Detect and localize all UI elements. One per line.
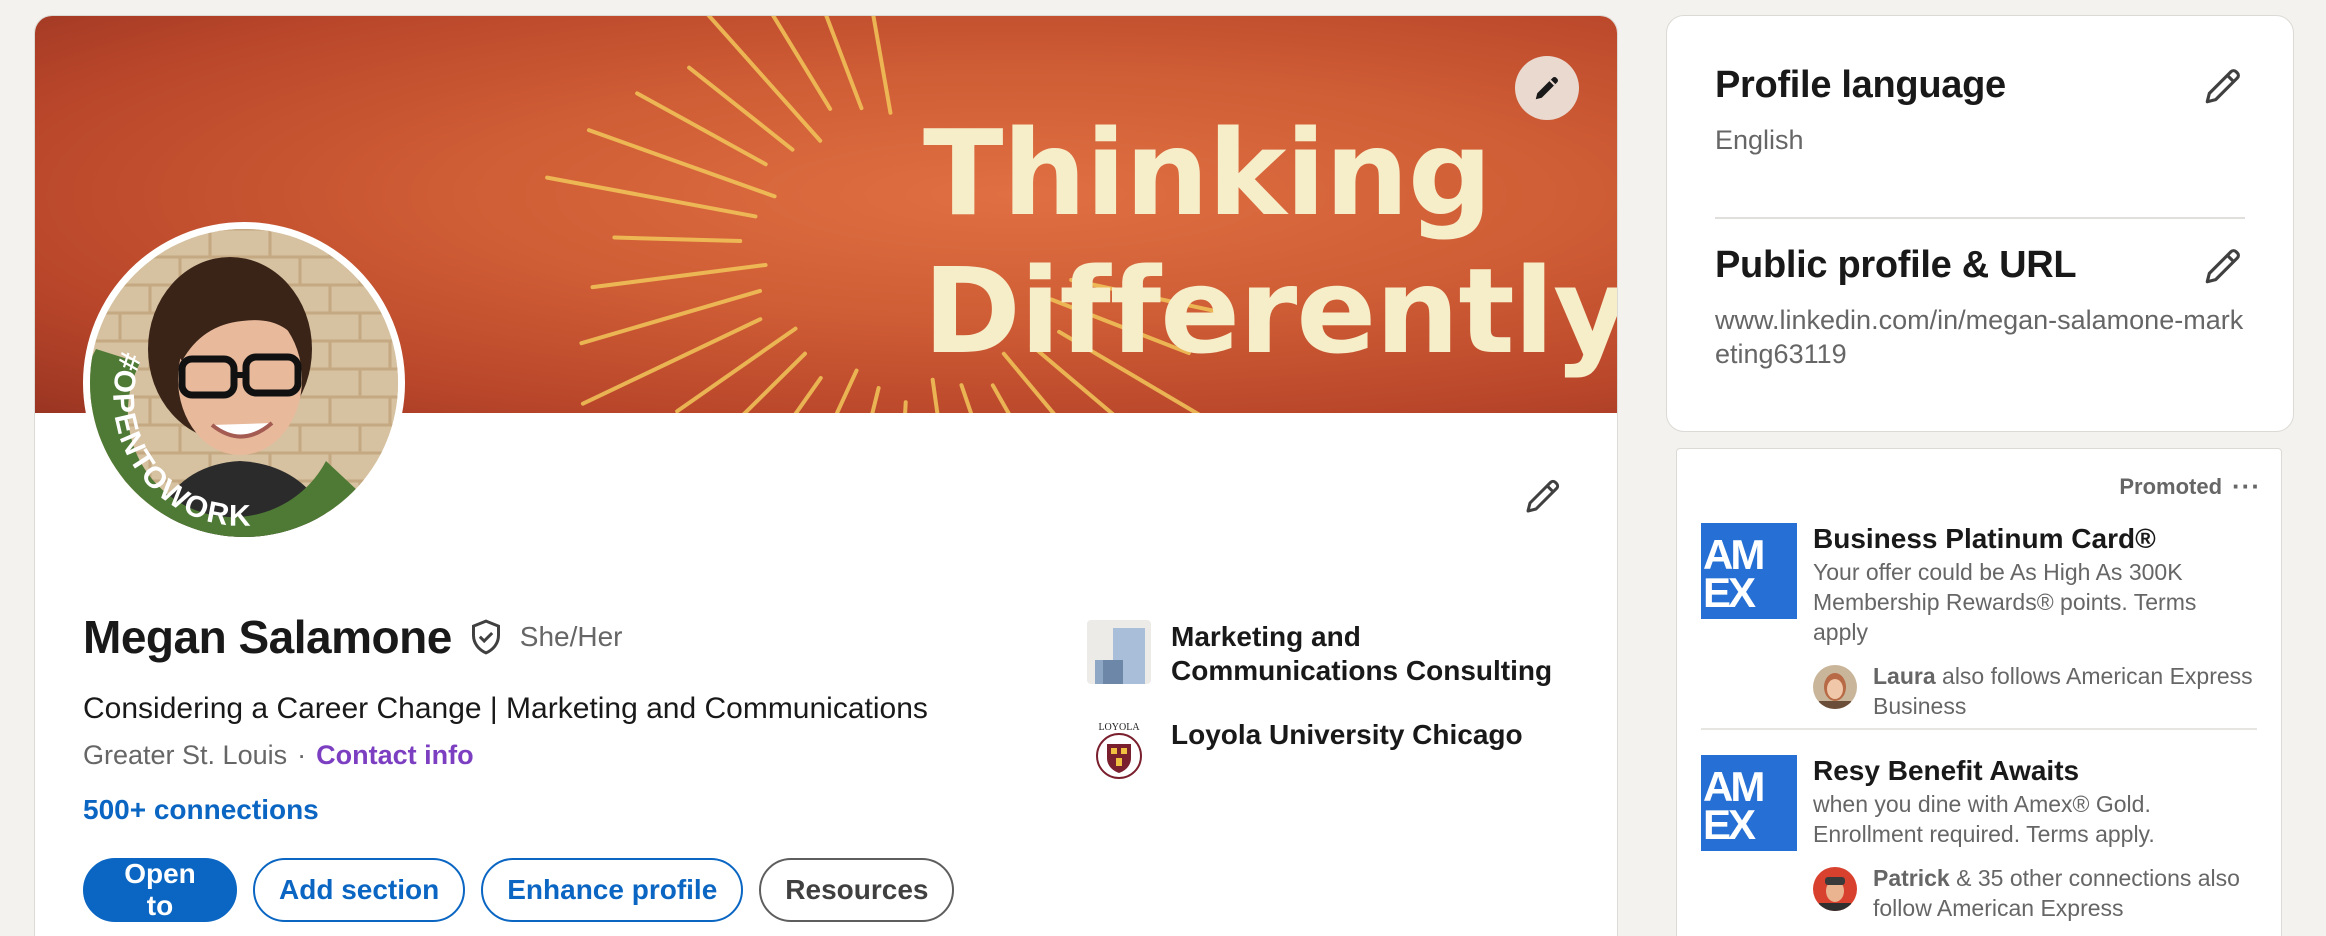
ad-social-proof: Patrick & 35 other connections also foll… <box>1813 863 2257 923</box>
ad-title: Business Platinum Card® <box>1813 523 2156 554</box>
shield-check-icon[interactable] <box>466 617 506 657</box>
ad-description: Your offer could be As High As 300K Memb… <box>1813 559 2197 645</box>
ad-social-text: Patrick & 35 other connections also foll… <box>1873 863 2257 923</box>
profile-actions: Open to Add section Enhance profile Reso… <box>83 858 955 922</box>
org-name: Marketing and Communications Consulting <box>1171 621 1553 686</box>
banner-ray <box>586 128 777 199</box>
banner-ray <box>824 16 864 111</box>
amex-logo-line-2: EX <box>1703 569 1756 616</box>
avatar: #OPENTOWORK <box>90 229 398 537</box>
pronouns: She/Her <box>519 621 623 652</box>
banner-ray <box>675 326 798 413</box>
public-profile-title: Public profile & URL <box>1715 244 2077 286</box>
ad-social-text: Laura also follows American Express Busi… <box>1873 661 2257 721</box>
organization-list: Marketing and Communications Consulting … <box>1087 620 1571 812</box>
banner-line-2: Differently <box>923 242 1617 380</box>
public-profile-section: Public profile & URL www.linkedin.com/in… <box>1715 244 2245 371</box>
connection-name: Patrick <box>1873 865 1950 891</box>
avatar-illustration: #OPENTOWORK <box>90 229 398 537</box>
edit-banner-button[interactable] <box>1515 56 1579 120</box>
banner-ray <box>687 65 795 152</box>
promoted-label: Promoted <box>2119 473 2223 499</box>
ad-body: Business Platinum Card® Your offer could… <box>1813 523 2257 721</box>
profile-settings-card: Profile language English Public profile … <box>1666 15 2294 432</box>
promoted-header: Promoted ··· <box>2119 471 2261 502</box>
loyola-seal-icon: LOYOLA <box>1087 718 1151 782</box>
pencil-icon <box>2205 69 2240 104</box>
org-item-company[interactable]: Marketing and Communications Consulting <box>1087 620 1571 688</box>
pencil-icon <box>2205 249 2240 284</box>
promoted-ads-card: Promoted ··· AM EX Business Platinum Car… <box>1676 448 2282 936</box>
connections-link[interactable]: 500+ connections <box>83 794 319 826</box>
contact-info-link[interactable]: Contact info <box>316 740 473 771</box>
separator-dot: · <box>297 740 307 770</box>
edit-public-profile-button[interactable] <box>2195 238 2251 294</box>
ad-body: Resy Benefit Awaits when you dine with A… <box>1813 755 2257 923</box>
org-item-university[interactable]: LOYOLA Loyola University Chicago <box>1087 718 1571 782</box>
banner-ray <box>930 377 940 413</box>
profile-language-value: English <box>1715 125 1804 155</box>
location: Greater St. Louis <box>83 740 288 770</box>
pencil-icon <box>1526 479 1560 513</box>
ad-description: when you dine with Amex® Gold. Enrollmen… <box>1813 791 2155 847</box>
section-divider <box>1715 217 2245 219</box>
amex-logo-line-2: EX <box>1703 801 1756 848</box>
ad-social-proof: Laura also follows American Express Busi… <box>1813 661 2257 721</box>
banner-ray <box>959 383 974 413</box>
enhance-profile-button[interactable]: Enhance profile <box>481 858 744 922</box>
connection-name: Laura <box>1873 663 1936 689</box>
profile-language-section: Profile language English <box>1715 64 2245 157</box>
company-logo-icon <box>1087 620 1151 684</box>
open-to-button[interactable]: Open to <box>83 858 237 922</box>
amex-logo: AM EX <box>1701 755 1797 851</box>
more-options-icon[interactable]: ··· <box>2232 471 2261 502</box>
loyola-logo-text: LOYOLA <box>1098 722 1140 733</box>
profile-photo[interactable]: #OPENTOWORK <box>83 222 405 544</box>
banner-ray <box>590 262 768 290</box>
org-name: Loyola University Chicago <box>1171 719 1523 750</box>
amex-logo-icon: AM EX <box>1703 763 1766 848</box>
pencil-icon <box>1535 77 1558 100</box>
edit-intro-button[interactable] <box>1515 468 1571 524</box>
banner-ray <box>871 16 893 115</box>
profile-name: Megan Salamone <box>83 611 452 663</box>
connection-avatar <box>1813 867 1857 911</box>
location-row: Greater St. Louis · Contact info <box>83 740 474 771</box>
add-section-button[interactable]: Add section <box>253 858 466 922</box>
ad-title: Resy Benefit Awaits <box>1813 755 2080 786</box>
profile-headline: Considering a Career Change | Marketing … <box>83 692 928 725</box>
banner-ray <box>579 288 763 346</box>
banner-ray <box>903 400 908 413</box>
banner-ray <box>580 317 763 406</box>
banner-ray <box>612 235 743 244</box>
resources-button[interactable]: Resources <box>759 858 955 922</box>
profile-card: Thinking Differently #OPENTOWORK Megan S… <box>34 15 1618 936</box>
name-row: Megan Salamone She/Her <box>83 610 623 664</box>
profile-language-title: Profile language <box>1715 64 2006 106</box>
banner-ray <box>545 175 758 219</box>
banner-ray <box>771 16 833 111</box>
public-profile-url[interactable]: www.linkedin.com/in/megan-salamone-marke… <box>1715 303 2245 371</box>
banner-line-1: Thinking <box>923 104 1492 242</box>
amex-logo-icon: AM EX <box>1703 531 1766 616</box>
amex-logo: AM EX <box>1701 523 1797 619</box>
banner-headline: Thinking Differently <box>923 104 1617 380</box>
edit-profile-language-button[interactable] <box>2195 58 2251 114</box>
ad-divider <box>1701 728 2257 730</box>
connection-avatar <box>1813 665 1857 709</box>
banner-ray <box>870 386 881 413</box>
